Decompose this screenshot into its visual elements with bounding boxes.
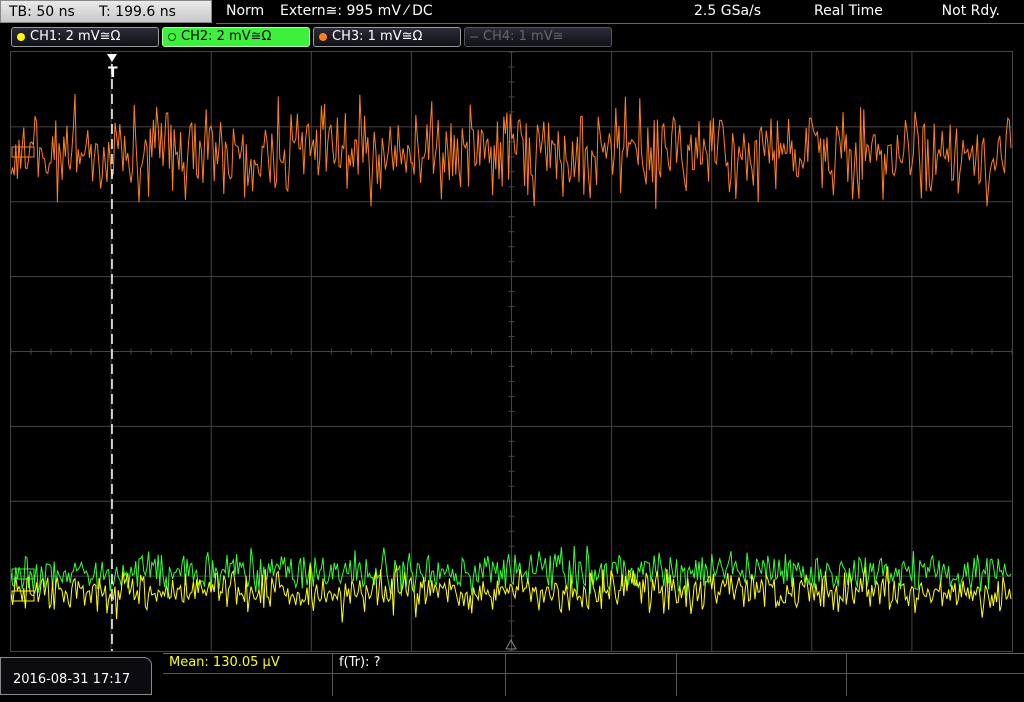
waveform-svg: T (11, 52, 1012, 651)
acquisition-mode: Real Time (814, 3, 883, 19)
trigger-source[interactable]: Extern≅: 995 mV ⁄ DC (280, 0, 433, 23)
channel-2-dot-icon (168, 33, 176, 41)
channel-1-button[interactable]: CH1: 2 mV≅Ω (11, 27, 159, 47)
channel-3-button[interactable]: CH3: 1 mV≅Ω (313, 27, 461, 47)
channel-4-dot-icon (470, 36, 478, 38)
trigger-mode[interactable]: Norm (226, 0, 264, 23)
channel-2-label: CH2: 2 mV≅Ω (181, 29, 272, 44)
bottom-bar: 2016-08-31 17:17 Mean: 130.05 µV f(Tr): … (0, 653, 1024, 696)
channel-4-label: CH4: 1 mV≅ (483, 29, 564, 44)
channel-1-label: CH1: 2 mV≅Ω (30, 29, 121, 44)
measurement-slot-5 (847, 654, 1024, 696)
trigger-marker-label: T (108, 65, 118, 81)
channel-3-label: CH3: 1 mV≅Ω (332, 29, 423, 44)
measurement-ftr: f(Tr): ? (333, 654, 506, 696)
date-time: 2016-08-31 17:17 (0, 657, 152, 695)
sample-rate: 2.5 GSa/s (694, 3, 762, 19)
channel-2-button[interactable]: CH2: 2 mV≅Ω (162, 27, 310, 47)
measurement-mean: Mean: 130.05 µV (163, 654, 333, 696)
measurement-slot-4 (677, 654, 847, 696)
timebase-value: TB: 50 ns (9, 4, 75, 20)
acquisition-state: Not Rdy. (941, 3, 1000, 19)
status-bar: Norm Extern≅: 995 mV ⁄ DC 2.5 GSa/s Real… (216, 0, 1024, 24)
timebase-panel[interactable]: TB: 50 ns T: 199.6 ns (0, 0, 212, 23)
top-bar: TB: 50 ns T: 199.6 ns Norm Extern≅: 995 … (0, 0, 1024, 25)
trigger-position: T: 199.6 ns (99, 4, 176, 20)
channel-1-dot-icon (17, 33, 25, 41)
channel-bar: CH1: 2 mV≅Ω CH2: 2 mV≅Ω CH3: 1 mV≅Ω CH4:… (0, 27, 1024, 49)
measurement-panel[interactable]: Mean: 130.05 µV f(Tr): ? (163, 653, 1024, 696)
measurement-divider (163, 673, 1024, 674)
waveform-display[interactable]: T (10, 51, 1013, 652)
channel-3-dot-icon (319, 33, 327, 41)
measurement-slot-3 (506, 654, 677, 696)
channel-4-button[interactable]: CH4: 1 mV≅ (464, 27, 612, 47)
trigger-arrow-icon (107, 54, 117, 62)
